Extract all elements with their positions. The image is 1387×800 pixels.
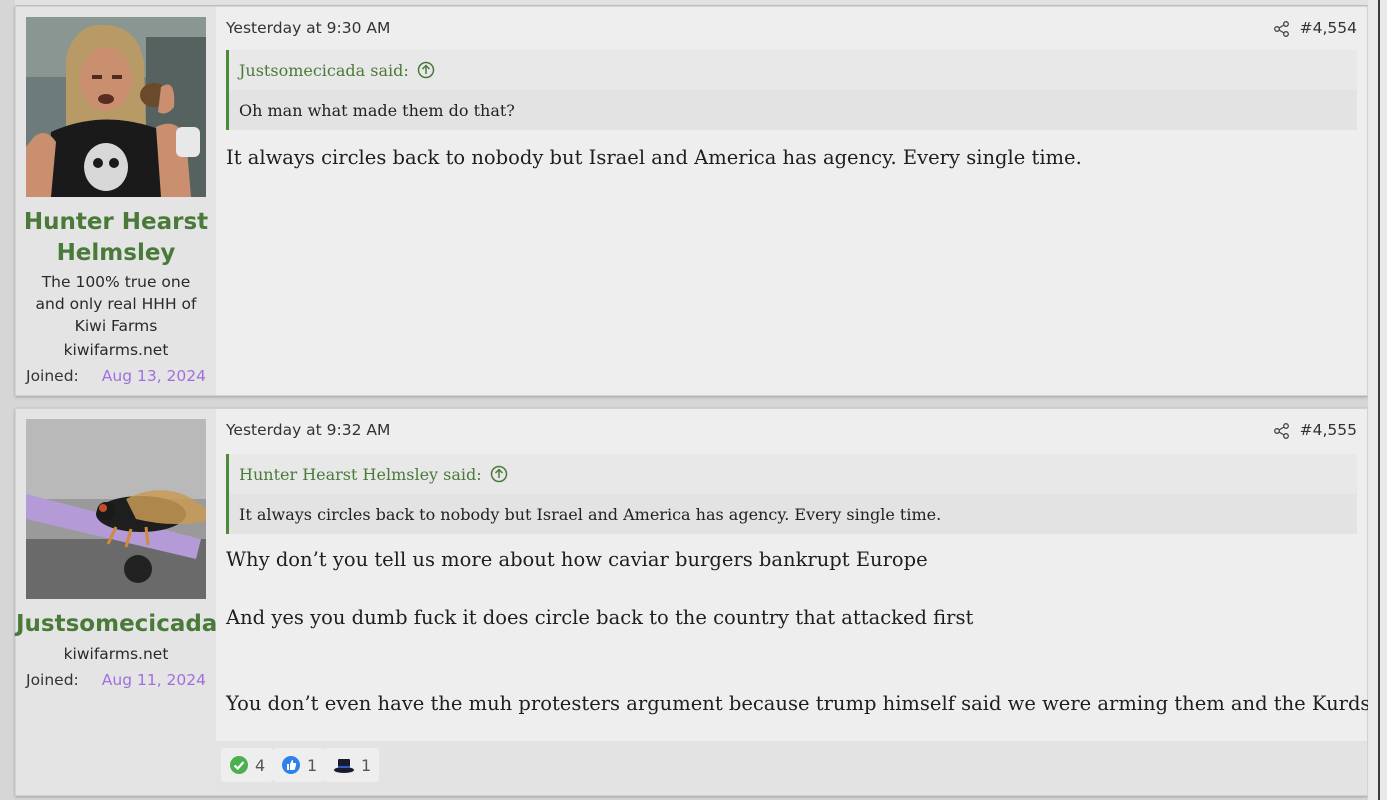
post-4554: Hunter Hearst Helmsley The 100% true one… (15, 6, 1368, 396)
share-icon[interactable] (1273, 20, 1291, 38)
user-title: The 100% true one and only real HHH of K… (35, 273, 197, 335)
user-site: kiwifarms.net (63, 341, 169, 359)
reaction-thumbs-up[interactable]: 1 (273, 748, 326, 782)
avatar[interactable] (26, 17, 206, 197)
quote-block: Justsomecicada said: Oh man what made th… (226, 50, 1357, 130)
message-line: And yes you dumb fuck it does circle bac… (226, 606, 974, 629)
joined-label: Joined: (26, 367, 79, 385)
quote-text: Oh man what made them do that? (239, 100, 515, 120)
top-hat-reaction-icon (334, 759, 354, 773)
quote-block: Hunter Hearst Helmsley said: It always c… (226, 454, 1357, 534)
reaction-count: 4 (255, 755, 266, 775)
post-number[interactable]: #4,554 (1300, 19, 1357, 37)
username-line-2[interactable]: Helmsley (57, 240, 176, 266)
message-line: It always circles back to nobody but Isr… (226, 146, 1082, 169)
message-line: You don’t even have the muh protesters a… (226, 692, 1371, 715)
thumbs-up-reaction-icon (282, 756, 300, 774)
window-edge (1368, 0, 1387, 800)
joined-date: Aug 13, 2024 (101, 367, 206, 385)
reactions-bar: 4 1 1 (216, 741, 1367, 795)
post-number[interactable]: #4,555 (1300, 421, 1357, 439)
avatar[interactable] (26, 419, 206, 599)
arrow-up-circle-icon[interactable] (417, 61, 435, 79)
checkmark-reaction-icon (230, 756, 248, 774)
quote-author-link[interactable]: Hunter Hearst Helmsley said: (229, 454, 1357, 494)
post-timestamp[interactable]: Yesterday at 9:30 AM (226, 19, 390, 37)
arrow-up-circle-icon[interactable] (490, 465, 508, 483)
quote-author-link[interactable]: Justsomecicada said: (229, 50, 1357, 90)
quote-text: It always circles back to nobody but Isr… (239, 504, 942, 524)
reaction-checkmark[interactable]: 4 (221, 748, 274, 782)
username[interactable]: Hunter Hearst Helmsley (16, 207, 216, 269)
quote-author[interactable]: Justsomecicada said: (239, 61, 409, 80)
joined-date: Aug 11, 2024 (101, 671, 206, 689)
message-line: Why don’t you tell us more about how cav… (226, 548, 928, 571)
reaction-top-hat[interactable]: 1 (325, 748, 380, 782)
reaction-count: 1 (361, 755, 372, 775)
joined-row: Joined: Aug 13, 2024 (26, 367, 206, 385)
username-line-1[interactable]: Hunter Hearst (24, 209, 208, 235)
quote-author[interactable]: Hunter Hearst Helmsley said: (239, 465, 482, 484)
reaction-count: 1 (307, 755, 318, 775)
post-timestamp[interactable]: Yesterday at 9:32 AM (226, 421, 390, 439)
joined-label: Joined: (26, 671, 79, 689)
post-4555: Justsomecicada kiwifarms.net Joined: Aug… (15, 408, 1371, 796)
post-body: Yesterday at 9:32 AM #4,555 Hunter Hears… (216, 409, 1371, 795)
share-icon[interactable] (1273, 422, 1291, 440)
user-info-panel: Hunter Hearst Helmsley The 100% true one… (16, 7, 216, 395)
username[interactable]: Justsomecicada (16, 609, 217, 640)
post-body: Yesterday at 9:30 AM #4,554 Justsomecica… (216, 7, 1367, 395)
user-info-panel: Justsomecicada kiwifarms.net Joined: Aug… (16, 409, 217, 795)
joined-row: Joined: Aug 11, 2024 (26, 671, 206, 689)
user-site: kiwifarms.net (63, 645, 169, 663)
